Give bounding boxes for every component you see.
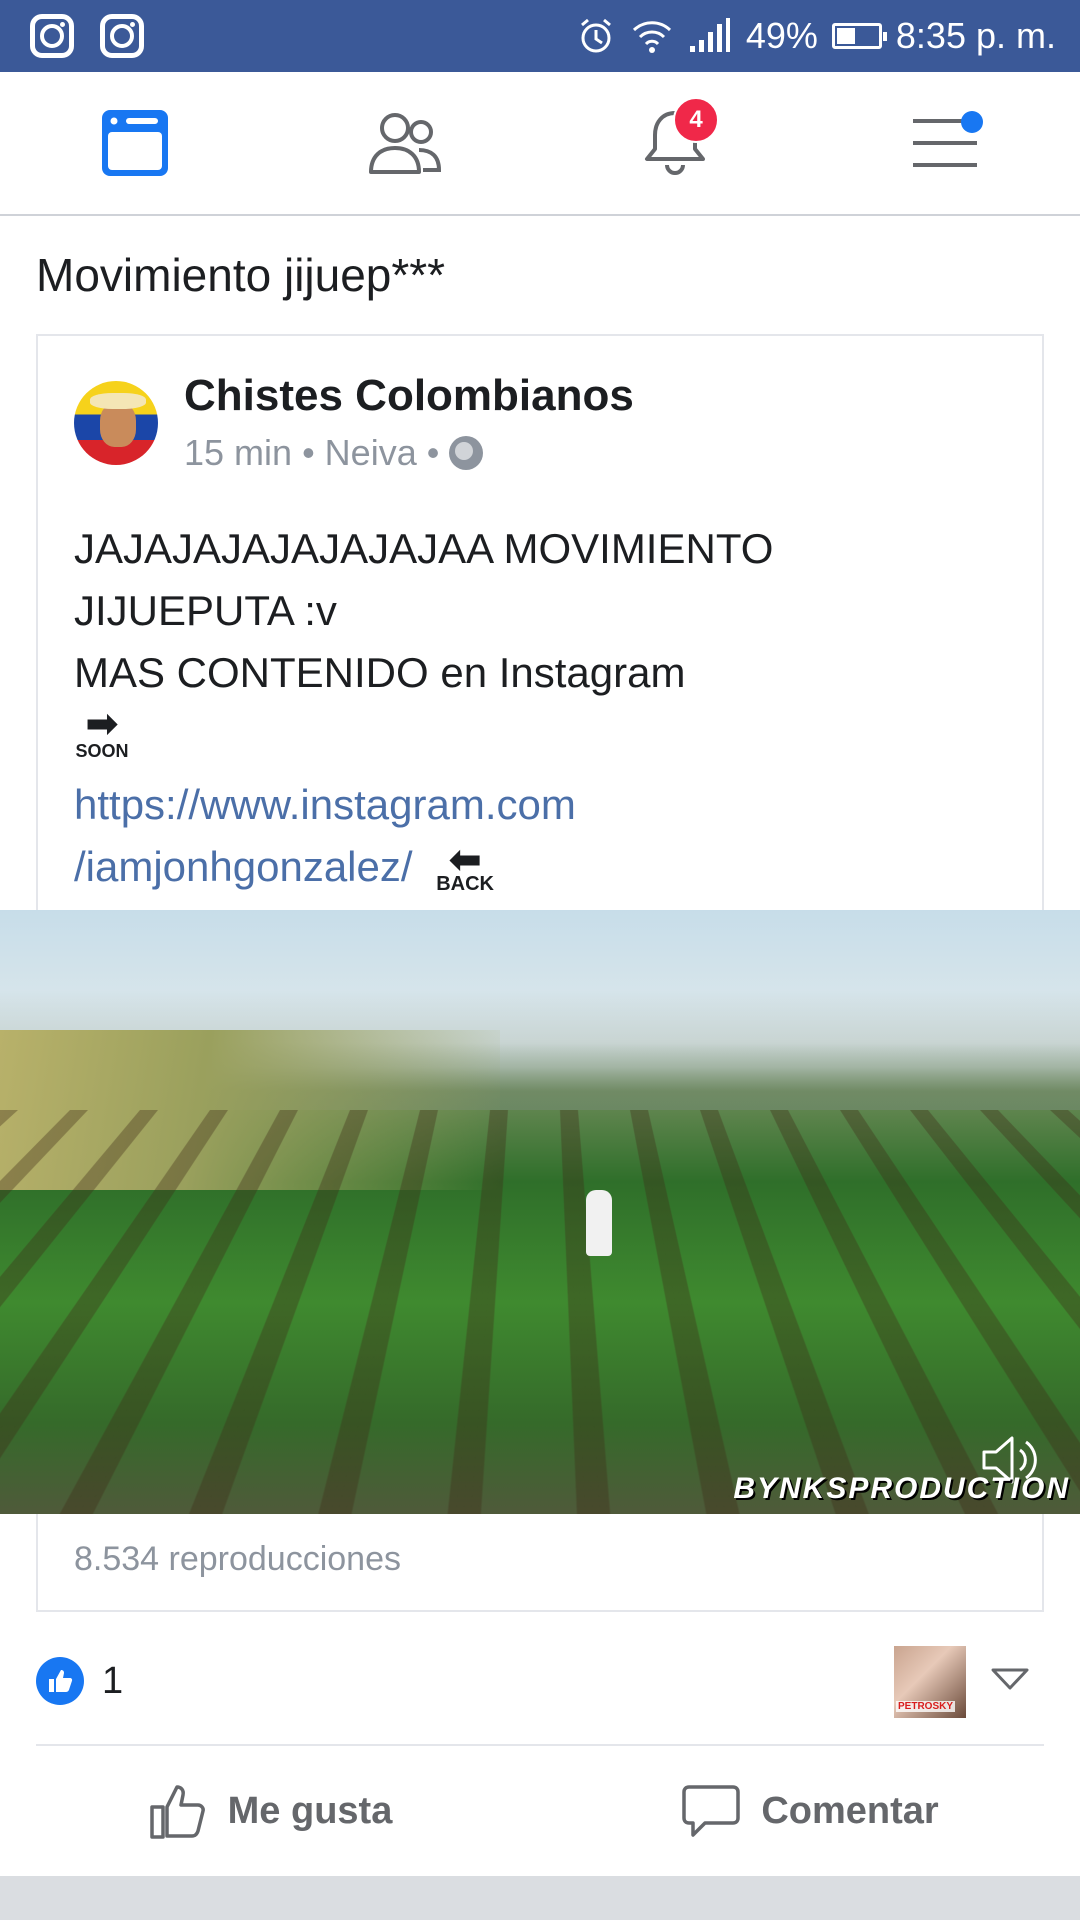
instagram-link[interactable]: https://www.instagram.com xyxy=(74,774,994,836)
reactor-avatar-text: PETROSKY xyxy=(896,1701,956,1712)
video-player[interactable]: BYNKSPRODUCTION xyxy=(0,910,1080,1514)
back-label: BACK xyxy=(436,872,494,895)
nav-friends[interactable] xyxy=(345,83,465,203)
post-text-line: JIJUEPUTA :v xyxy=(74,587,337,634)
author-row: Chistes Colombianos 15 min • Neiva • xyxy=(74,371,634,474)
chevron-down-icon[interactable] xyxy=(990,1666,1030,1692)
battery-percent: 49% xyxy=(745,15,818,56)
reactions-row[interactable]: 1 PETROSKY xyxy=(36,1646,1044,1718)
post-text-line: JAJAJAJAJAJAJAJAA MOVIMIENTO xyxy=(74,525,774,572)
nav-notifications[interactable]: 4 xyxy=(615,83,735,203)
clock: 8:35 p. m. xyxy=(895,15,1056,56)
globe-icon xyxy=(449,436,484,471)
instagram-icon xyxy=(30,14,74,58)
signal-icon xyxy=(688,16,732,56)
next-post-divider xyxy=(0,1876,1080,1920)
meta-separator: • xyxy=(426,432,440,474)
top-nav: 4 xyxy=(0,72,1080,216)
video-watermark: BYNKSPRODUCTION xyxy=(733,1472,1070,1505)
post-text-line: MAS CONTENIDO en Instagram xyxy=(74,649,686,696)
page-name[interactable]: Chistes Colombianos xyxy=(184,371,634,420)
video-frame-rows xyxy=(0,1110,1080,1514)
nav-feed[interactable] xyxy=(75,83,195,203)
meta-separator: • xyxy=(302,432,315,474)
post-actions: Me gusta Comentar xyxy=(0,1748,1080,1874)
post-location[interactable]: Neiva xyxy=(325,432,417,474)
soon-arrow-icon: ➡ SOON xyxy=(75,702,129,761)
post-time[interactable]: 15 min xyxy=(184,432,292,474)
back-arrow-icon: ⬅ BACK xyxy=(436,837,494,895)
news-feed-icon xyxy=(102,110,168,176)
battery-icon xyxy=(831,23,887,49)
thumbs-up-icon xyxy=(149,1785,205,1839)
divider xyxy=(36,1744,1044,1746)
menu-update-dot xyxy=(961,111,983,133)
post-caption: Movimiento jijuep*** xyxy=(36,249,446,301)
wifi-icon xyxy=(630,16,674,56)
friends-icon xyxy=(369,113,442,174)
like-button[interactable]: Me gusta xyxy=(0,1748,540,1874)
video-frame-figure xyxy=(586,1190,612,1256)
status-bar: 49% 8:35 p. m. xyxy=(0,0,1080,72)
alarm-icon xyxy=(576,16,616,56)
instagram-icon xyxy=(100,14,144,58)
comment-button[interactable]: Comentar xyxy=(540,1748,1080,1874)
view-count: 8.534 reproducciones xyxy=(74,1540,402,1578)
like-button-label: Me gusta xyxy=(227,1789,393,1832)
nav-menu[interactable] xyxy=(885,83,1005,203)
post-meta: 15 min • Neiva • xyxy=(184,432,634,474)
comment-icon xyxy=(682,1785,741,1837)
reactor-avatar[interactable]: PETROSKY xyxy=(894,1646,966,1718)
page-avatar[interactable] xyxy=(74,381,158,466)
soon-label: SOON xyxy=(75,741,129,761)
instagram-link[interactable]: /iamjonhgonzalez/ xyxy=(74,843,413,890)
like-count: 1 xyxy=(102,1659,124,1702)
notification-badge: 4 xyxy=(673,97,719,143)
like-reaction-icon xyxy=(36,1657,84,1705)
post-text: JAJAJAJAJAJAJAJAA MOVIMIENTO JIJUEPUTA :… xyxy=(74,518,994,898)
comment-button-label: Comentar xyxy=(761,1789,939,1832)
